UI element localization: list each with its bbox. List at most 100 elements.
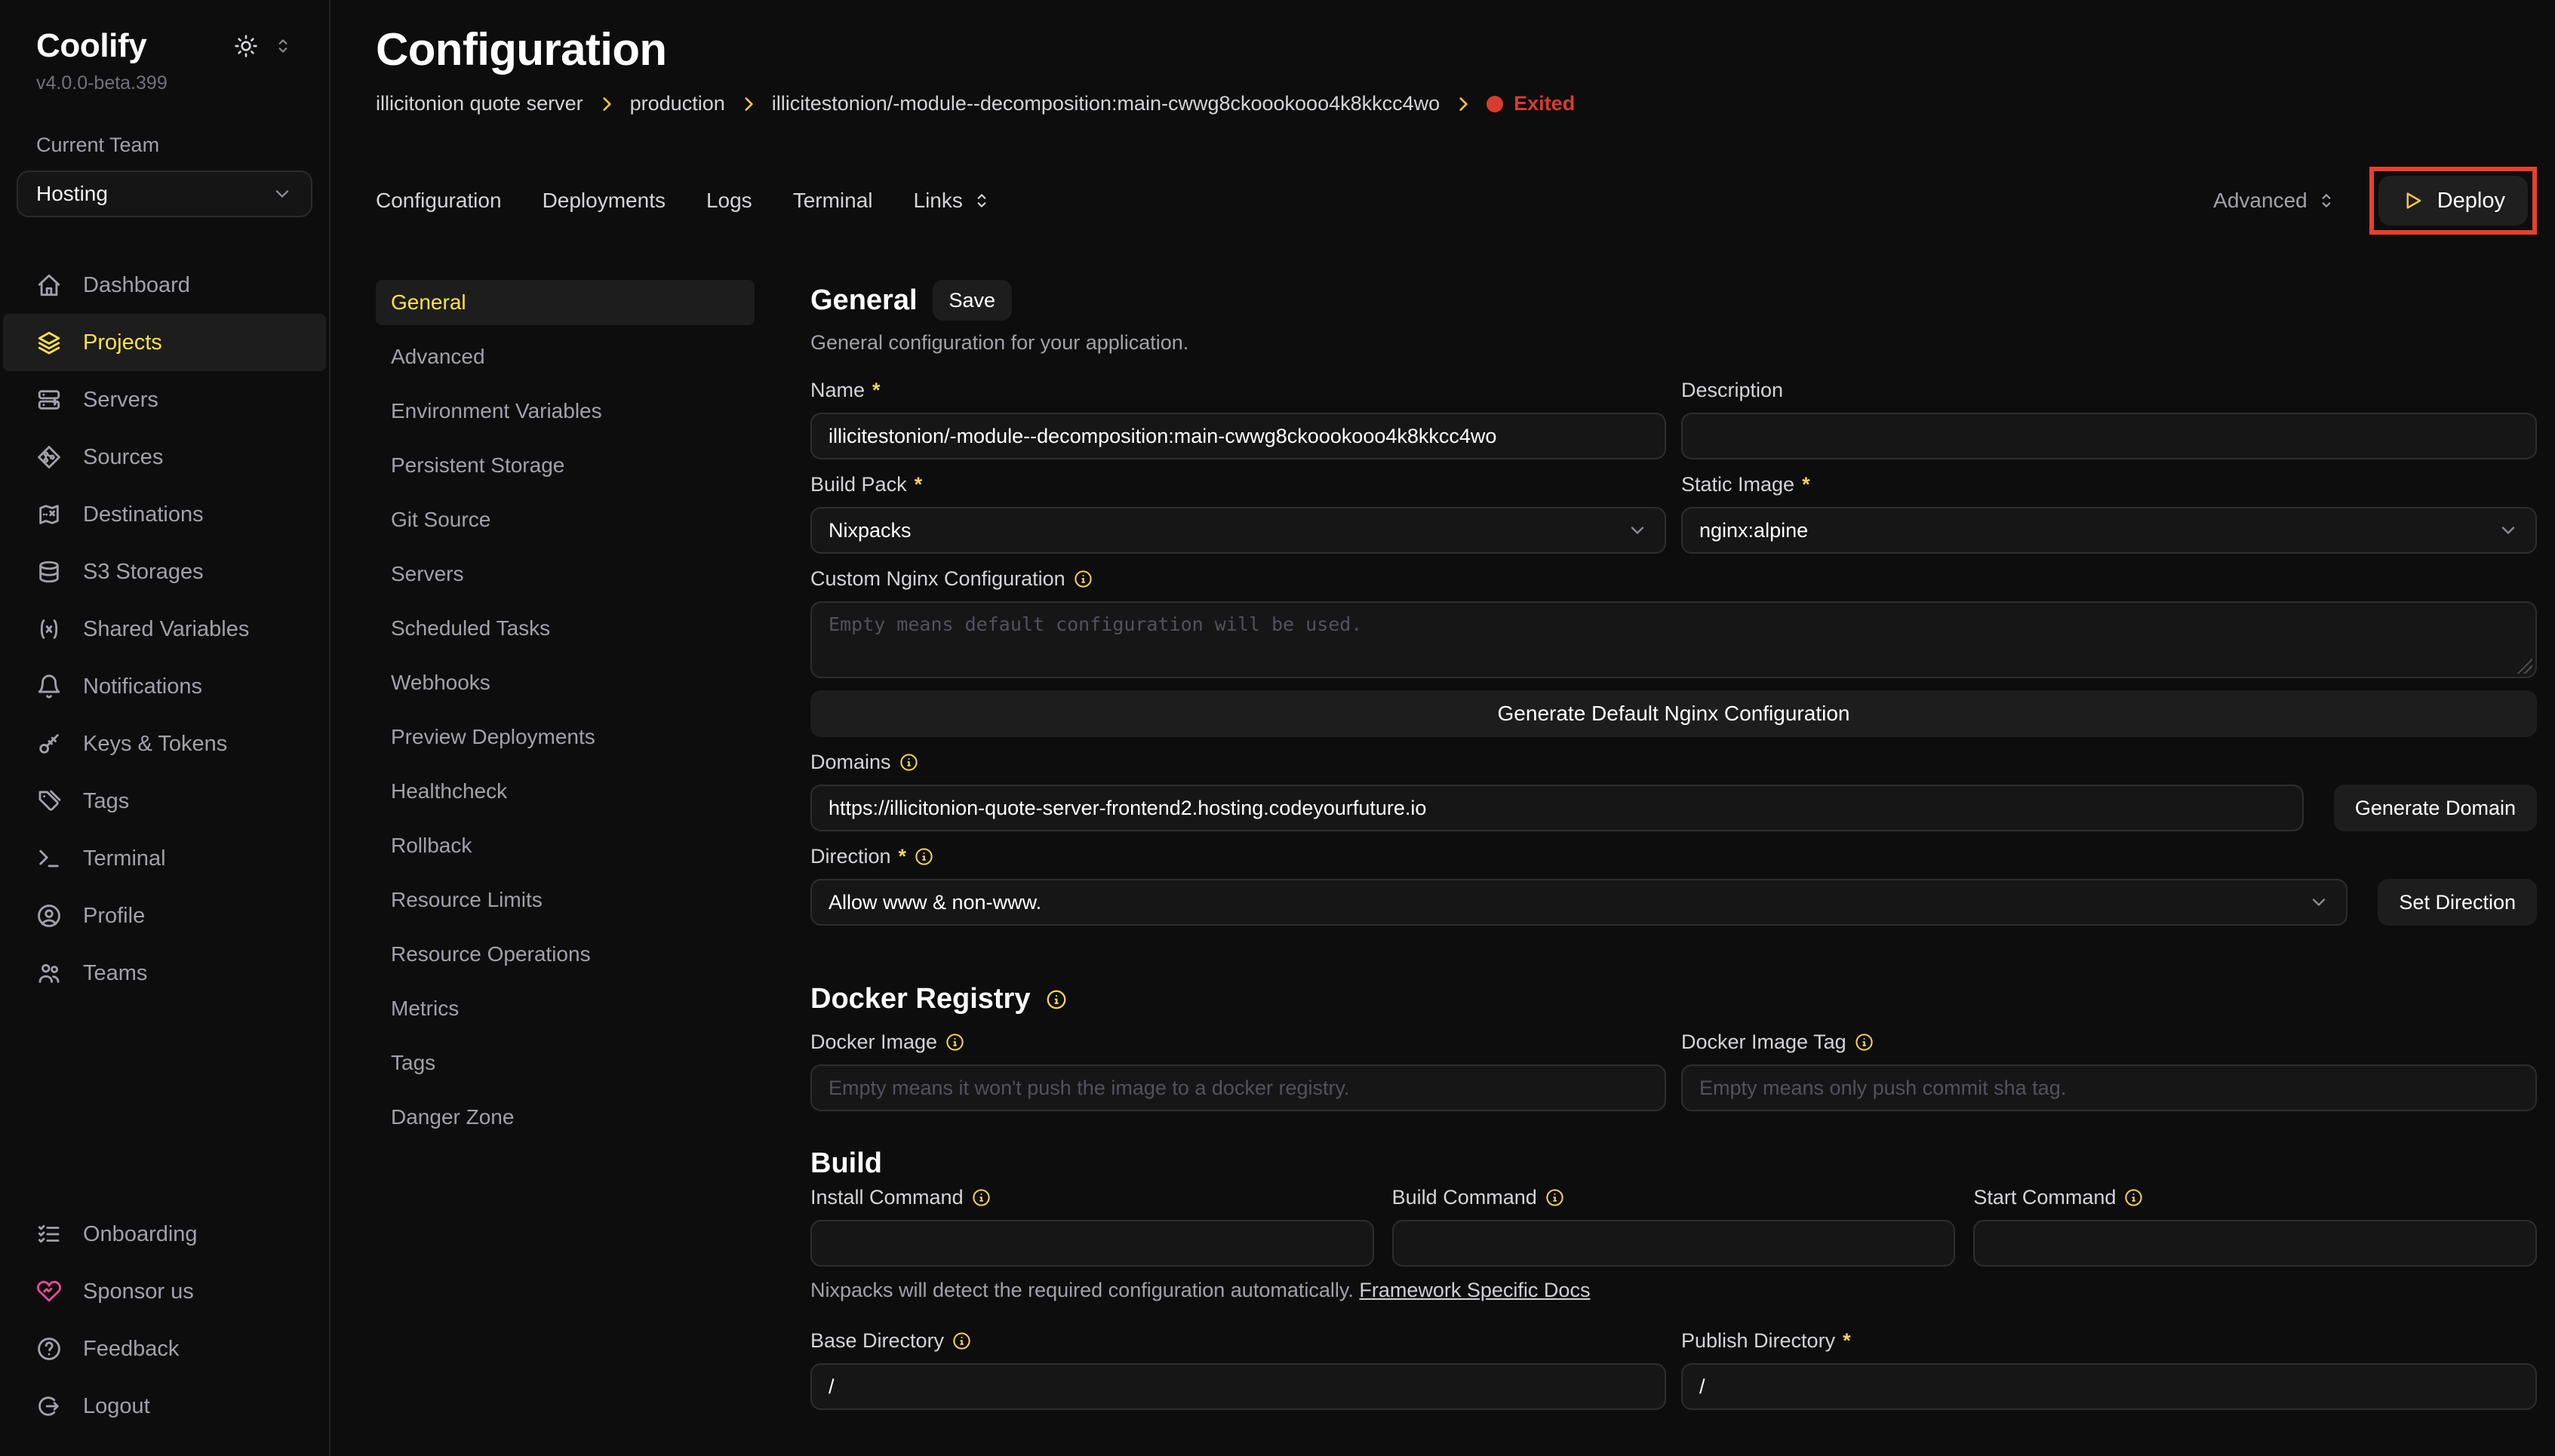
sidebar-item[interactable]: Destinations: [0, 486, 329, 543]
sidebar-item-label: Tags: [83, 789, 129, 814]
subnav-item[interactable]: Git Source: [376, 497, 755, 542]
sidebar-item-label: Logout: [83, 1394, 150, 1419]
subnav-item[interactable]: General: [376, 280, 755, 325]
sidebar-item[interactable]: Projects: [3, 314, 326, 371]
sidebar-item[interactable]: Tags: [0, 773, 329, 830]
generate-domain-button[interactable]: Generate Domain: [2334, 785, 2537, 831]
subnav-item[interactable]: Danger Zone: [376, 1095, 755, 1140]
tab[interactable]: Links: [914, 189, 992, 213]
deploy-button[interactable]: Deploy: [2378, 176, 2528, 226]
description-input[interactable]: [1681, 413, 2537, 459]
sidebar-footer-item[interactable]: Feedback: [0, 1320, 329, 1378]
static-image-select[interactable]: nginx:alpine: [1681, 507, 2537, 554]
chevrons-up-down-icon[interactable]: [273, 36, 293, 56]
sidebar-item[interactable]: Servers: [0, 371, 329, 429]
team-select[interactable]: Hosting: [17, 170, 312, 217]
subnav-item-label: Environment Variables: [391, 399, 602, 423]
advanced-menu[interactable]: Advanced: [2213, 189, 2336, 213]
layers-icon: [36, 330, 62, 355]
sidebar-item[interactable]: Keys & Tokens: [0, 715, 329, 773]
subnav-item-label: Persistent Storage: [391, 453, 564, 478]
subnav-item[interactable]: Preview Deployments: [376, 714, 755, 760]
framework-docs-link[interactable]: Framework Specific Docs: [1359, 1279, 1590, 1301]
sidebar-item[interactable]: Shared Variables: [0, 601, 329, 658]
info-icon[interactable]: [1045, 988, 1068, 1011]
subnav-item[interactable]: Servers: [376, 551, 755, 597]
info-icon[interactable]: [945, 1032, 965, 1052]
info-icon[interactable]: [1073, 569, 1093, 589]
sidebar-item[interactable]: Terminal: [0, 830, 329, 887]
sidebar-footer-item[interactable]: Logout: [0, 1378, 329, 1435]
save-button[interactable]: Save: [933, 280, 1013, 321]
sidebar-item-label: Profile: [83, 904, 145, 929]
docker-image-input[interactable]: [810, 1064, 1666, 1111]
subnav-item[interactable]: Advanced: [376, 334, 755, 379]
sidebar-item[interactable]: Sources: [0, 429, 329, 486]
subnav-item[interactable]: Resource Operations: [376, 932, 755, 977]
info-icon[interactable]: [1854, 1032, 1874, 1052]
info-icon[interactable]: [971, 1187, 992, 1208]
start-command-input[interactable]: [1973, 1220, 2537, 1267]
required-marker: *: [915, 473, 923, 496]
play-icon: [2401, 189, 2424, 212]
required-marker: *: [872, 379, 881, 402]
sidebar-item[interactable]: Notifications: [0, 658, 329, 715]
subnav-item[interactable]: Rollback: [376, 823, 755, 868]
field-start-command: Start Command: [1973, 1186, 2537, 1267]
advanced-label: Advanced: [2213, 189, 2307, 213]
logout-icon: [36, 1393, 62, 1419]
sidebar-item-label: Terminal: [83, 846, 166, 871]
breadcrumb-item[interactable]: production: [630, 92, 758, 115]
build-pack-select[interactable]: Nixpacks: [810, 507, 1666, 554]
tab[interactable]: Logs: [706, 189, 752, 213]
section-subtitle: General configuration for your applicati…: [810, 331, 2537, 355]
docker-image-tag-input[interactable]: [1681, 1064, 2537, 1111]
tab[interactable]: Terminal: [793, 189, 873, 213]
sidebar-footer-item[interactable]: Onboarding: [0, 1206, 329, 1263]
direction-select[interactable]: Allow www & non-www.: [810, 879, 2347, 926]
breadcrumb-item[interactable]: illicitestonion/-module--decomposition:m…: [772, 92, 1473, 115]
subnav-item[interactable]: Tags: [376, 1040, 755, 1086]
info-icon[interactable]: [914, 846, 934, 867]
custom-nginx-textarea[interactable]: [810, 601, 2537, 678]
info-icon[interactable]: [952, 1331, 972, 1351]
subnav-item[interactable]: Webhooks: [376, 660, 755, 705]
field-build-pack: Build Pack* Nixpacks: [810, 473, 1666, 554]
subnav-item-label: Advanced: [391, 345, 485, 369]
domains-input[interactable]: [810, 785, 2304, 831]
subnav-item-label: Servers: [391, 562, 463, 586]
publish-directory-input[interactable]: [1681, 1363, 2537, 1410]
subnav-item[interactable]: Scheduled Tasks: [376, 606, 755, 651]
resize-handle[interactable]: [2517, 659, 2532, 674]
sidebar-item[interactable]: Profile: [0, 887, 329, 945]
subnav-item-label: Webhooks: [391, 671, 490, 695]
sidebar-item-label: S3 Storages: [83, 560, 204, 585]
subnav-item[interactable]: Environment Variables: [376, 389, 755, 434]
subnav-item-label: Preview Deployments: [391, 725, 595, 749]
sidebar-item-label: Projects: [83, 330, 162, 355]
set-direction-button[interactable]: Set Direction: [2378, 879, 2537, 926]
subnav-item[interactable]: Resource Limits: [376, 877, 755, 923]
breadcrumb-item[interactable]: illicitonion quote server: [376, 92, 616, 115]
name-input[interactable]: [810, 413, 1666, 459]
tab[interactable]: Configuration: [376, 189, 502, 213]
sidebar-item[interactable]: Dashboard: [0, 256, 329, 314]
generate-nginx-button[interactable]: Generate Default Nginx Configuration: [810, 690, 2537, 737]
install-command-input[interactable]: [810, 1220, 1374, 1267]
sidebar-item[interactable]: Teams: [0, 945, 329, 1002]
base-directory-input[interactable]: [810, 1363, 1666, 1410]
subnav-item[interactable]: Healthcheck: [376, 769, 755, 814]
info-icon[interactable]: [2123, 1187, 2144, 1208]
subnav-item[interactable]: Persistent Storage: [376, 443, 755, 488]
build-command-input[interactable]: [1392, 1220, 1956, 1267]
sun-icon[interactable]: [234, 34, 258, 58]
info-icon[interactable]: [1545, 1187, 1565, 1208]
sidebar-footer-item[interactable]: Sponsor us: [0, 1263, 329, 1320]
sidebar-nav: Dashboard Projects Servers Sources Desti…: [0, 256, 329, 1002]
sidebar-item[interactable]: S3 Storages: [0, 543, 329, 601]
required-marker: *: [1843, 1329, 1851, 1353]
checklist-icon: [36, 1221, 62, 1247]
info-icon[interactable]: [899, 752, 919, 773]
tab[interactable]: Deployments: [543, 189, 666, 213]
subnav-item[interactable]: Metrics: [376, 986, 755, 1031]
